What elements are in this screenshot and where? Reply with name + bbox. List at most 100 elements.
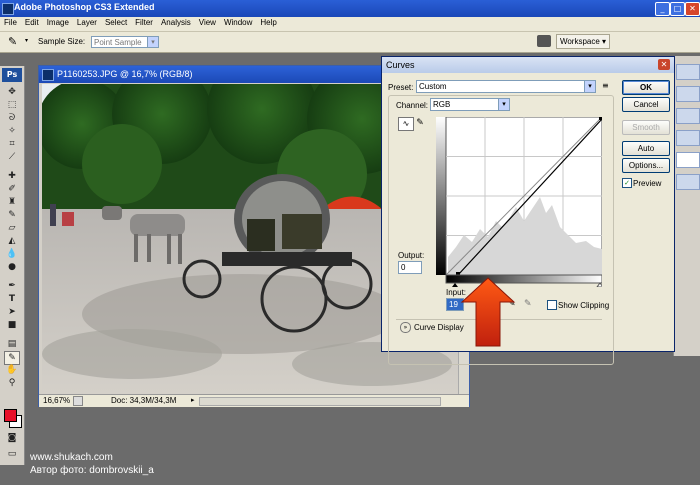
menu-analysis[interactable]: Analysis [157,17,195,27]
workspace-button[interactable]: Workspace ▾ [556,34,610,49]
sample-size-value: Point Sample [94,38,142,47]
hand-icon[interactable]: ✋ [4,364,20,376]
expand-chevron-icon[interactable]: » [400,322,411,333]
panel-tab[interactable] [676,108,700,124]
red-arrow-annotation [460,277,516,347]
curves-dialog: Curves ✕ Preset: Custom ▾ ≡ OK Cancel Sm… [381,56,675,365]
channel-label: Channel: [396,101,429,110]
stamp-icon[interactable]: ♜ [4,196,20,208]
lasso-icon[interactable]: ᘐ [4,112,20,124]
crop-icon[interactable]: ⌗ [4,138,20,150]
options-button[interactable]: Options... [622,158,670,173]
preset-options-icon[interactable]: ≡ [602,81,609,90]
quick-select-icon[interactable]: ✧ [4,125,20,137]
output-field[interactable]: 0 [398,261,422,274]
show-clipping-checkbox[interactable] [547,300,557,310]
smooth-button[interactable]: Smooth [622,120,670,135]
workspace-icon[interactable] [537,35,551,47]
minimize-button[interactable]: _ [655,2,670,16]
menu-help[interactable]: Help [256,17,280,27]
move-icon[interactable]: ✥ [4,86,20,98]
photoshop-logo-icon [2,3,14,15]
slice-icon[interactable]: ⟋ [4,151,20,163]
app-title: Adobe Photoshop CS3 Extended [14,2,155,12]
menu-filter[interactable]: Filter [131,17,157,27]
close-button[interactable]: ✕ [685,2,700,16]
menu-layer[interactable]: Layer [73,17,101,27]
chevron-down-icon: ▾ [147,37,158,47]
curves-graph[interactable] [436,117,602,287]
curve-point-icon[interactable]: ∿ [398,117,414,131]
cancel-button[interactable]: Cancel [622,97,670,112]
shape-icon[interactable]: ■ [4,319,20,331]
preview-checkbox[interactable]: ✓ [622,178,632,188]
chevron-down-icon: ▾ [498,99,509,110]
menu-select[interactable]: Select [101,17,131,27]
sample-size-select[interactable]: Point Sample ▾ [91,36,159,48]
curves-close-button[interactable]: ✕ [658,59,670,70]
menu-edit[interactable]: Edit [21,17,43,27]
preset-label: Preset: [388,83,414,92]
preset-select[interactable]: Custom ▾ [416,80,596,93]
options-bar: ✎ ▾ Sample Size: Point Sample ▾ Workspac… [0,32,700,53]
menu-window[interactable]: Window [220,17,256,27]
notes-icon[interactable]: ▤ [4,338,20,350]
channel-select[interactable]: RGB ▾ [430,98,510,111]
sample-size-label: Sample Size: [38,37,86,46]
quick-mask-icon[interactable]: ◙ [4,432,20,444]
watermark-url: www.shukach.com [30,452,113,463]
maximize-button[interactable]: □ [670,2,685,16]
app-title-bar: Adobe Photoshop CS3 Extended _ □ ✕ [0,0,700,17]
panel-tab[interactable] [676,130,700,146]
chevron-down-icon: ▾ [584,81,595,92]
brush-icon[interactable]: ✐ [4,183,20,195]
document-status-bar: 16,67% Doc: 34,3M/34,3M ▸ [39,394,469,407]
gradient-icon[interactable]: ◭ [4,235,20,247]
auto-button[interactable]: Auto [622,141,670,156]
document-title: P1160253.JPG @ 16,7% (RGB/8) [57,69,193,79]
curve-display-options-label[interactable]: Curve Display Options [414,323,466,332]
zoom-level[interactable]: 16,67% [43,396,70,405]
healing-icon[interactable]: ✚ [4,170,20,182]
zoom-icon[interactable]: ⚲ [4,377,20,389]
doc-size: Doc: 34,3M/34,3M [111,396,177,405]
panel-tab[interactable] [676,86,700,102]
chevron-down-icon[interactable]: ▾ [25,37,28,44]
type-icon[interactable]: T [4,293,20,305]
panel-tab[interactable] [676,152,700,168]
menu-bar: File Edit Image Layer Select Filter Analysis Vi… [0,17,700,32]
ok-button[interactable]: OK [622,80,670,95]
preset-value: Custom [419,82,447,91]
ps-logo: Ps [2,68,22,82]
status-icon[interactable] [73,396,83,406]
eyedropper-icon[interactable]: ✎ [4,351,20,365]
panel-tab[interactable] [676,174,700,190]
curves-title-bar[interactable]: Curves ✕ [382,57,674,73]
channel-value: RGB [433,100,451,109]
blur-icon[interactable]: 💧 [4,248,20,260]
path-select-icon[interactable]: ➤ [4,306,20,318]
menu-view[interactable]: View [195,17,220,27]
eraser-icon[interactable]: ▱ [4,222,20,234]
eyedropper-tool-preset-icon[interactable]: ✎ [8,35,24,49]
foreground-color-swatch-top[interactable] [4,409,17,422]
tools-panel: Ps ✥ ⬚ ᘐ ✧ ⌗ ⟋ ✚ ✐ ♜ ✎ ▱ ◭ 💧 ● ✒ T ➤ ■ ▤… [0,66,25,465]
watermark-author: Автор фото: dombrovskii_a [30,465,154,476]
menu-image[interactable]: Image [43,17,73,27]
screen-mode-icon[interactable]: ▭ [4,448,20,460]
status-menu-arrow-icon[interactable]: ▸ [191,396,195,404]
horizontal-scrollbar[interactable] [199,397,441,406]
curves-title: Curves [386,60,415,70]
history-brush-icon[interactable]: ✎ [4,209,20,221]
marquee-icon[interactable]: ⬚ [4,99,20,111]
panel-tab[interactable] [676,64,700,80]
document-icon [42,69,54,81]
pen-icon[interactable]: ✒ [4,280,20,292]
white-point-eyedropper-icon[interactable]: ✎ [524,299,532,309]
preview-label: Preview [633,179,662,188]
right-panels [673,56,700,356]
menu-file[interactable]: File [0,17,21,27]
pencil-icon[interactable]: ✎ [414,117,426,129]
dodge-icon[interactable]: ● [4,261,20,273]
output-label: Output: [398,251,425,260]
